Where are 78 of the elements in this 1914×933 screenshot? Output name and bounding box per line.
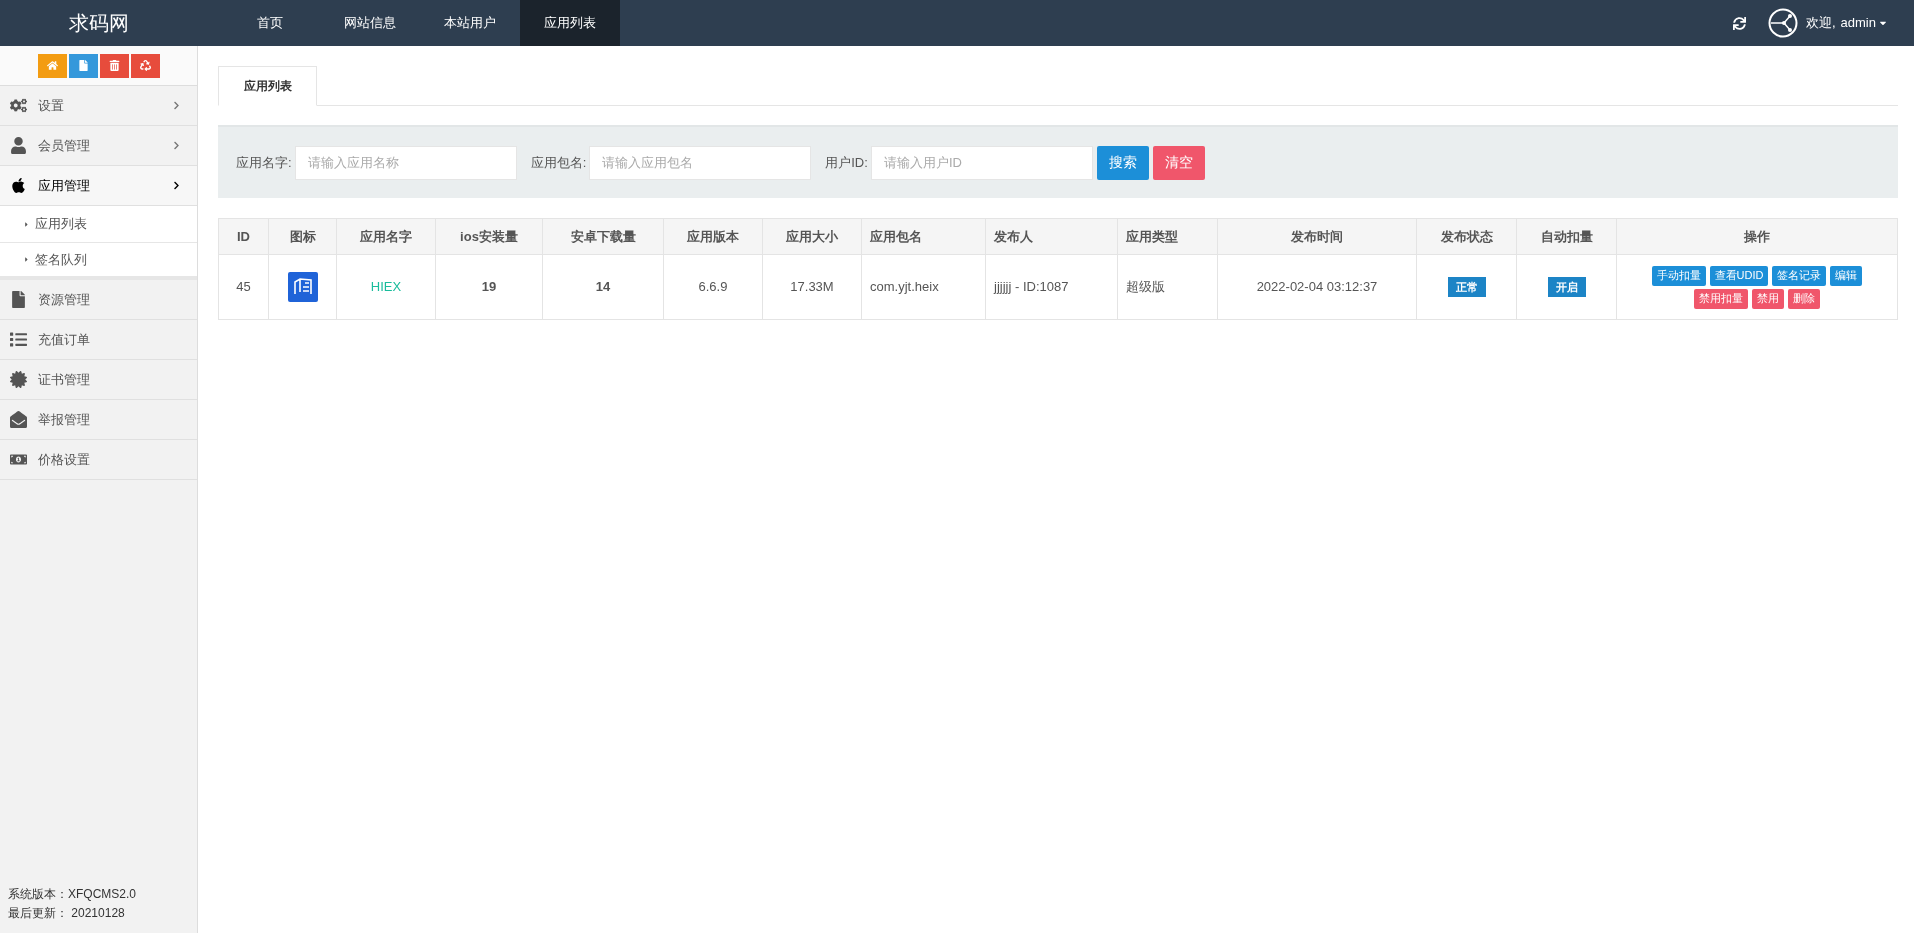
column-header: 应用名字 — [336, 218, 436, 255]
sidebar-item[interactable]: 证书管理 — [0, 360, 197, 400]
column-header: 应用版本 — [663, 218, 763, 255]
user-menu[interactable]: 欢迎, admin — [1805, 13, 1888, 33]
column-header: ios安装量 — [435, 218, 543, 255]
quick-button[interactable] — [130, 53, 160, 78]
nav-tab[interactable]: 网站信息 — [320, 0, 420, 46]
column-header: 安卓下载量 — [542, 218, 664, 255]
table-cell: 14 — [542, 254, 664, 320]
sidebar-item[interactable]: 设置 — [0, 86, 197, 126]
column-header: 发布人 — [985, 218, 1118, 255]
app-icon — [287, 272, 318, 302]
share-icon — [1767, 8, 1798, 38]
chevron-icon — [172, 141, 181, 150]
version-text: 最后更新： 20210128 — [8, 905, 126, 922]
search-field[interactable]: 请输入应用名称 — [294, 145, 517, 180]
caret-icon — [23, 256, 30, 263]
submenu-item[interactable]: 签名队列 — [0, 243, 197, 280]
sidebar-item[interactable]: 充值订单 — [0, 320, 197, 360]
column-header: 发布时间 — [1217, 218, 1417, 255]
refresh-icon[interactable] — [1732, 16, 1746, 30]
search-field[interactable]: 请输入用户ID — [870, 145, 1093, 180]
sidebar-item[interactable]: 应用管理 — [0, 166, 197, 206]
field-label: 应用包名: — [530, 153, 587, 172]
caret-icon — [23, 220, 30, 228]
status-badge: 正常 — [1447, 276, 1486, 298]
quick-button[interactable] — [68, 53, 98, 78]
gears-icon — [10, 97, 27, 114]
column-header: 图标 — [268, 218, 337, 255]
field-label: 用户ID: — [825, 153, 868, 172]
recycle-icon — [139, 60, 151, 71]
column-header: 应用类型 — [1117, 218, 1218, 255]
action-button[interactable]: 编辑 — [1830, 265, 1863, 286]
nav-tab[interactable]: 首页 — [220, 0, 320, 46]
sidebar-item[interactable]: 资源管理 — [0, 280, 197, 320]
badge-icon — [10, 371, 27, 388]
sidebar-item[interactable]: 举报管理 — [0, 400, 197, 440]
status-badge: 开启 — [1547, 276, 1586, 298]
column-header: ID — [218, 218, 269, 255]
table-cell: 超级版 — [1117, 254, 1218, 320]
user-icon — [10, 137, 27, 154]
table-cell: 19 — [435, 254, 543, 320]
column-header: 操作 — [1616, 218, 1898, 255]
home-icon — [46, 60, 58, 71]
quick-button[interactable] — [37, 53, 67, 78]
table-cell: 45 — [218, 254, 269, 320]
nav-tab[interactable]: 本站用户 — [420, 0, 520, 46]
quick-button[interactable] — [99, 53, 129, 78]
list-icon — [10, 331, 27, 348]
table-cell: com.yjt.heix — [861, 254, 986, 320]
banknote-icon — [10, 451, 27, 468]
column-header: 自动扣量 — [1516, 218, 1617, 255]
submenu-item[interactable]: 应用列表 — [0, 206, 197, 243]
chevron-icon — [172, 181, 181, 190]
chevron-icon — [172, 101, 181, 110]
action-button[interactable]: 签名记录 — [1772, 265, 1827, 286]
table-cell: 6.6.9 — [663, 254, 763, 320]
document-icon — [10, 291, 27, 308]
site-logo[interactable]: 求码网 — [0, 0, 198, 46]
search-field[interactable]: 请输入应用包名 — [589, 145, 812, 180]
action-button[interactable]: 查看UDID — [1709, 265, 1769, 286]
column-header: 应用大小 — [762, 218, 862, 255]
nav-tab[interactable]: 应用列表 — [520, 0, 620, 46]
action-button[interactable]: 手动扣量 — [1651, 265, 1706, 286]
table-cell: 2022-02-04 03:12:37 — [1217, 254, 1417, 320]
trash-icon — [108, 60, 120, 71]
apple-icon — [10, 177, 27, 194]
content-tab[interactable]: 应用列表 — [218, 66, 317, 106]
table-cell: jjjjjj - ID:1087 — [985, 254, 1118, 320]
column-header: 发布状态 — [1416, 218, 1517, 255]
document-icon — [77, 60, 89, 71]
search-button[interactable]: 搜索 — [1096, 145, 1149, 180]
sidebar-item[interactable]: 价格设置 — [0, 440, 197, 480]
envelope-icon — [10, 411, 27, 428]
column-header: 应用包名 — [861, 218, 986, 255]
table-cell: 17.33M — [762, 254, 862, 320]
field-label: 应用名字: — [236, 153, 292, 172]
version-text: 系统版本：XFQCMS2.0 — [8, 886, 137, 903]
